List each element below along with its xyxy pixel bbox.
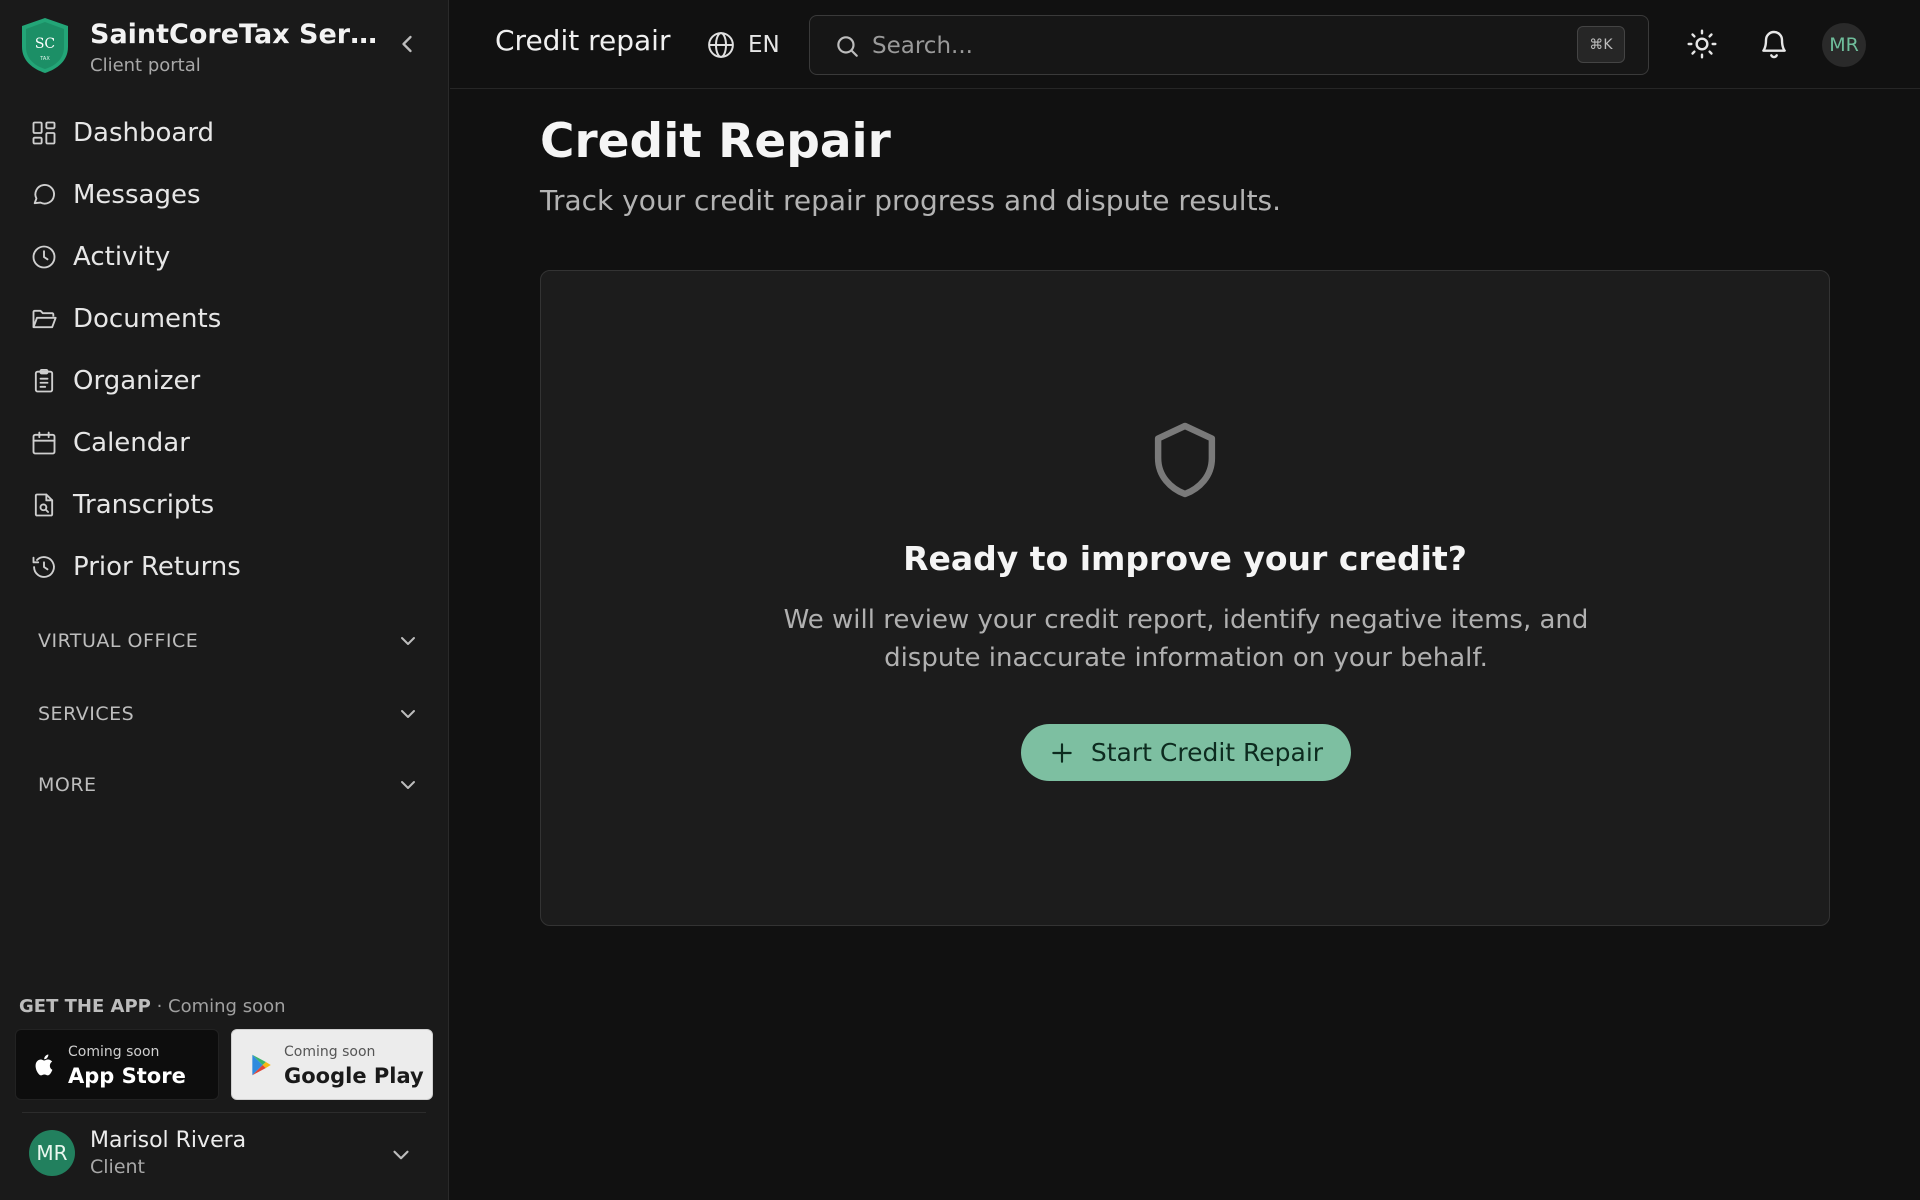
brand-name: SaintCoreTax Services [90,19,380,50]
sidebar-item-organizer[interactable]: Organizer [14,350,434,412]
user-menu[interactable]: MR Marisol Rivera Client [29,1128,429,1180]
calendar-icon [32,431,56,455]
bell-icon[interactable] [1758,28,1790,60]
chevron-down-icon [401,637,415,645]
apple-icon [35,1054,53,1076]
brand-logo: SC TAX [22,18,68,73]
sidebar-item-label: Dashboard [73,118,215,148]
globe-icon [708,32,734,58]
get-app-heading: GET THE APP · Coming soon [19,996,286,1017]
user-name: Marisol Rivera [90,1128,247,1153]
sidebar-item-prior-returns[interactable]: Prior Returns [14,536,434,598]
sidebar-item-label: Prior Returns [73,552,241,582]
page-title: Credit Repair [540,114,891,169]
sidebar-item-label: Documents [73,304,222,334]
chevron-down-icon [401,781,415,789]
clipboard-icon [34,368,54,393]
page-subtitle: Track your credit repair progress and di… [540,184,1282,217]
chevron-left-icon [402,35,412,53]
user-role: Client [90,1156,146,1178]
button-label: Start Credit Repair [1090,738,1324,767]
topbar-title: Credit repair [495,24,671,57]
brand-subtitle: Client portal [90,55,201,76]
plus-icon [1052,742,1072,763]
get-app-title: GET THE APP [19,996,151,1017]
language-code: EN [748,32,780,58]
sidebar-item-documents[interactable]: Documents [14,288,434,350]
sidebar-item-label: Activity [73,242,171,272]
sidebar-item-activity[interactable]: Activity [14,226,434,288]
google-play-button[interactable]: Coming soon Google Play [231,1029,433,1100]
chevron-down-icon [401,710,415,718]
empty-state-heading: Ready to improve your credit? [903,539,1467,578]
store-name: App Store [68,1064,186,1088]
sidebar-nav: Dashboard Messages Activity Documents Or… [14,102,434,598]
get-app-note: · Coming soon [156,996,286,1017]
sidebar-item-label: Organizer [73,366,201,396]
search-icon [837,36,858,57]
chevron-down-icon [393,1150,409,1160]
topbar: Credit repair EN ⌘K MR [450,0,1920,89]
store-note: Coming soon [284,1044,376,1060]
empty-state-description: We will review your credit report, ident… [783,605,1589,673]
message-icon [33,184,55,205]
folder-icon [32,309,57,329]
shield-icon [1154,422,1216,498]
dashboard-icon [32,121,56,145]
app-store-button[interactable]: Coming soon App Store [15,1029,219,1100]
avatar: MR [29,1130,75,1176]
sidebar: SC TAX SaintCoreTax Services Client port… [0,0,449,1200]
section-virtual-office[interactable]: VIRTUAL OFFICE [14,615,434,667]
google-play-icon [252,1054,271,1076]
svg-text:SC: SC [35,36,55,52]
sidebar-item-messages[interactable]: Messages [14,164,434,226]
search-bar[interactable]: ⌘K [809,15,1649,75]
sidebar-item-label: Transcripts [73,490,215,520]
clock-icon [32,245,56,269]
history-icon [32,556,55,578]
search-shortcut-badge: ⌘K [1577,26,1625,63]
empty-state-card: Ready to improve your credit? We will re… [540,270,1830,926]
divider [22,1112,426,1113]
store-name: Google Play [284,1064,424,1088]
brand: SC TAX SaintCoreTax Services Client port… [20,17,420,76]
sidebar-item-transcripts[interactable]: Transcripts [14,474,434,536]
sidebar-item-calendar[interactable]: Calendar [14,412,434,474]
avatar[interactable]: MR [1822,23,1866,67]
sidebar-item-label: Calendar [73,428,190,458]
section-label: MORE [38,774,97,796]
svg-text:TAX: TAX [39,56,50,62]
section-services[interactable]: SERVICES [14,688,434,740]
sun-icon[interactable] [1686,28,1718,60]
collapse-sidebar-button[interactable] [393,30,421,58]
sidebar-item-label: Messages [73,180,201,210]
search-input[interactable] [872,28,1512,64]
section-label: SERVICES [38,703,135,725]
start-credit-repair-button[interactable]: Start Credit Repair [1021,724,1351,781]
section-more[interactable]: MORE [14,759,434,811]
language-selector[interactable]: EN [706,28,780,62]
store-note: Coming soon [68,1044,160,1060]
section-label: VIRTUAL OFFICE [38,630,199,652]
sidebar-item-dashboard[interactable]: Dashboard [14,102,434,164]
file-search-icon [34,493,54,517]
